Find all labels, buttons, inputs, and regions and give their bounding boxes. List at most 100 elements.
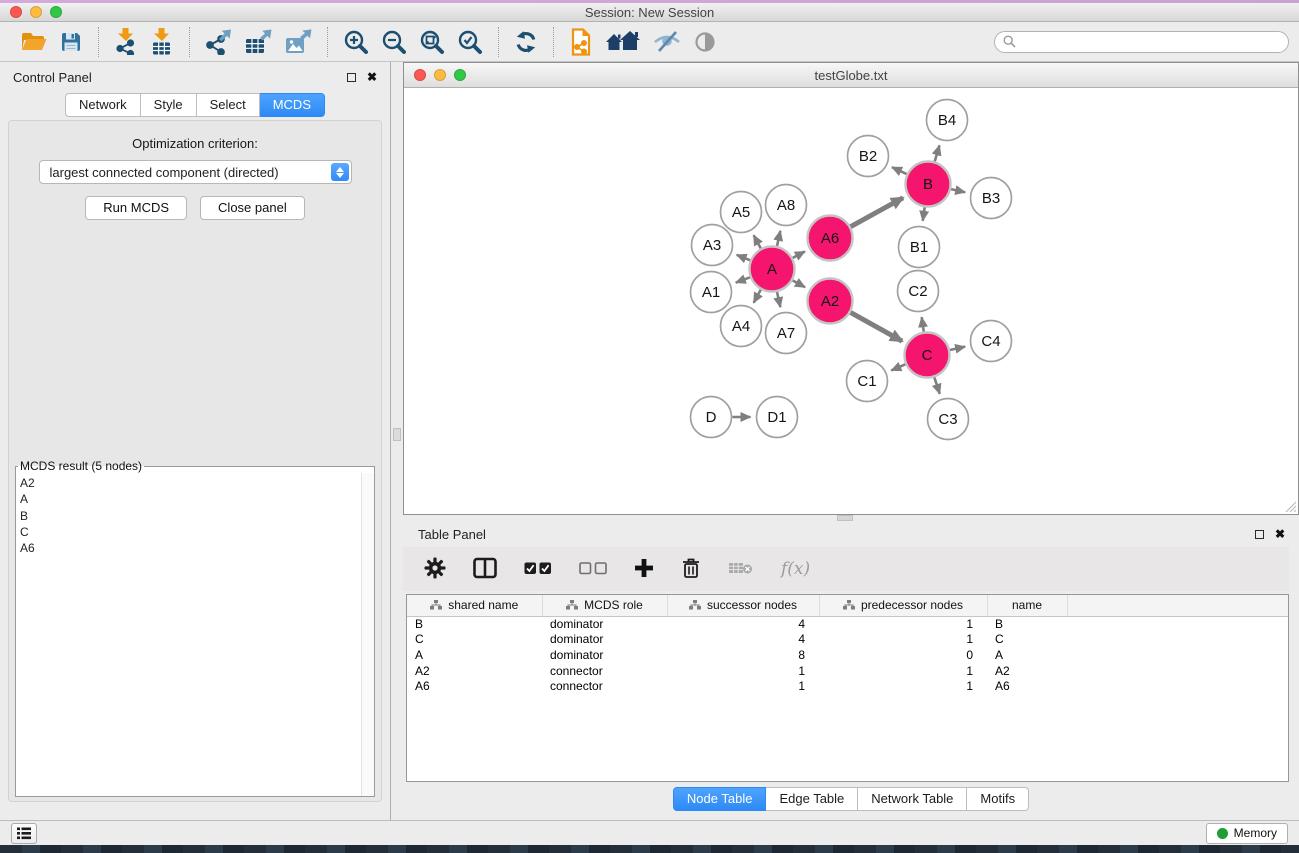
clone-network-button[interactable] <box>563 26 599 58</box>
export-image-button[interactable] <box>278 26 318 58</box>
node-A3[interactable]: A3 <box>692 225 733 266</box>
import-network-button[interactable] <box>108 26 144 58</box>
tab-node-table[interactable]: Node Table <box>673 787 767 811</box>
edge-A-A5[interactable] <box>754 235 761 248</box>
minimize-window-button[interactable] <box>30 6 42 18</box>
resize-grip-icon[interactable] <box>1285 501 1297 513</box>
node-C1[interactable]: C1 <box>847 361 888 402</box>
node-D[interactable]: D <box>691 397 732 438</box>
zoom-fit-button[interactable] <box>413 26 451 58</box>
column-header-successor-nodes[interactable]: successor nodes <box>667 595 819 616</box>
node-C3[interactable]: C3 <box>928 399 969 440</box>
eye-button[interactable] <box>687 26 723 58</box>
delete-column-button[interactable] <box>681 557 701 582</box>
edge-A2-C[interactable] <box>851 312 903 341</box>
node-B1[interactable]: B1 <box>899 227 940 268</box>
zoom-selected-button[interactable] <box>451 26 489 58</box>
deselect-all-button[interactable] <box>579 561 607 578</box>
close-panel-icon[interactable]: ✖ <box>1275 528 1285 540</box>
node-A8[interactable]: A8 <box>766 185 807 226</box>
mcds-result-item[interactable]: C <box>20 524 357 540</box>
edge-A-A2[interactable] <box>793 280 805 287</box>
tab-network[interactable]: Network <box>65 93 141 117</box>
memory-button[interactable]: Memory <box>1206 823 1288 844</box>
edge-B-B4[interactable] <box>935 145 940 161</box>
select-all-button[interactable] <box>524 561 552 578</box>
column-header-shared-name[interactable]: shared name <box>407 595 542 616</box>
mcds-result-item[interactable]: A <box>20 491 357 507</box>
node-A1[interactable]: A1 <box>691 272 732 313</box>
node-A5[interactable]: A5 <box>721 192 762 233</box>
edge-B-B3[interactable] <box>951 189 965 192</box>
zoom-window-button[interactable] <box>454 69 466 81</box>
float-panel-icon[interactable] <box>347 73 356 82</box>
column-header-predecessor-nodes[interactable]: predecessor nodes <box>819 595 987 616</box>
tab-select[interactable]: Select <box>197 93 260 117</box>
node-C2[interactable]: C2 <box>898 271 939 312</box>
table-row[interactable]: Cdominator41C <box>407 632 1288 648</box>
zoom-out-button[interactable] <box>375 26 413 58</box>
zoom-in-button[interactable] <box>337 26 375 58</box>
export-network-button[interactable] <box>199 26 238 58</box>
node-B[interactable]: B <box>906 162 951 207</box>
run-mcds-button[interactable]: Run MCDS <box>85 196 187 220</box>
edge-B-B1[interactable] <box>923 207 925 221</box>
search-input[interactable] <box>1021 35 1280 49</box>
tab-style[interactable]: Style <box>141 93 197 117</box>
edge-C-C4[interactable] <box>950 347 965 350</box>
table-row[interactable]: Adominator80A <box>407 647 1288 663</box>
home-button[interactable] <box>599 26 647 58</box>
mcds-result-item[interactable]: B <box>20 508 357 524</box>
task-history-button[interactable] <box>11 823 37 844</box>
show-column-button[interactable] <box>473 557 497 582</box>
table-row[interactable]: A2connector11A2 <box>407 663 1288 679</box>
edge-A-A7[interactable] <box>777 292 780 307</box>
close-window-button[interactable] <box>414 69 426 81</box>
edge-C-C2[interactable] <box>922 317 924 331</box>
tab-motifs[interactable]: Motifs <box>967 787 1029 811</box>
edge-A6-B[interactable] <box>851 198 903 227</box>
float-panel-icon[interactable] <box>1255 530 1264 539</box>
table-settings-button[interactable] <box>424 557 446 582</box>
edge-A-A3[interactable] <box>737 255 751 260</box>
edge-A-A6[interactable] <box>793 251 805 257</box>
tab-mcds[interactable]: MCDS <box>260 93 325 117</box>
edge-A-A4[interactable] <box>754 290 761 303</box>
edge-C-C1[interactable] <box>891 364 905 370</box>
tab-edge-table[interactable]: Edge Table <box>766 787 858 811</box>
edge-C-C3[interactable] <box>934 377 939 393</box>
refresh-layout-button[interactable] <box>508 26 544 58</box>
node-A[interactable]: A <box>750 247 795 292</box>
table-row[interactable]: A6connector11A6 <box>407 678 1288 694</box>
node-C[interactable]: C <box>905 333 950 378</box>
open-session-button[interactable] <box>14 26 53 58</box>
column-header-name[interactable]: name <box>987 595 1067 616</box>
zoom-window-button[interactable] <box>50 6 62 18</box>
import-table-button[interactable] <box>144 26 180 58</box>
column-header-mcds-role[interactable]: MCDS role <box>542 595 667 616</box>
edge-A-A1[interactable] <box>736 277 750 282</box>
save-session-button[interactable] <box>53 26 89 58</box>
mcds-result-item[interactable]: A2 <box>20 475 357 491</box>
edge-B-B2[interactable] <box>892 167 907 174</box>
node-D1[interactable]: D1 <box>757 397 798 438</box>
node-B4[interactable]: B4 <box>927 100 968 141</box>
node-A6[interactable]: A6 <box>808 216 853 261</box>
create-column-button[interactable] <box>634 558 654 581</box>
node-B3[interactable]: B3 <box>971 178 1012 219</box>
result-scrollbar[interactable] <box>361 473 374 796</box>
edge-A-A8[interactable] <box>777 231 780 246</box>
close-panel-icon[interactable]: ✖ <box>367 71 377 83</box>
function-builder-button[interactable]: f(x) <box>781 559 810 579</box>
search-box[interactable] <box>994 31 1289 53</box>
delete-table-button[interactable] <box>728 560 754 579</box>
node-A7[interactable]: A7 <box>766 313 807 354</box>
node-B2[interactable]: B2 <box>848 136 889 177</box>
mcds-result-item[interactable]: A6 <box>20 540 357 556</box>
criterion-dropdown[interactable]: largest connected component (directed) <box>39 160 352 184</box>
tab-network-table[interactable]: Network Table <box>858 787 967 811</box>
table-row[interactable]: Bdominator41B <box>407 616 1288 632</box>
export-table-button[interactable] <box>238 26 278 58</box>
hide-eye-button[interactable] <box>647 26 687 58</box>
splitter-grip[interactable] <box>393 428 401 441</box>
